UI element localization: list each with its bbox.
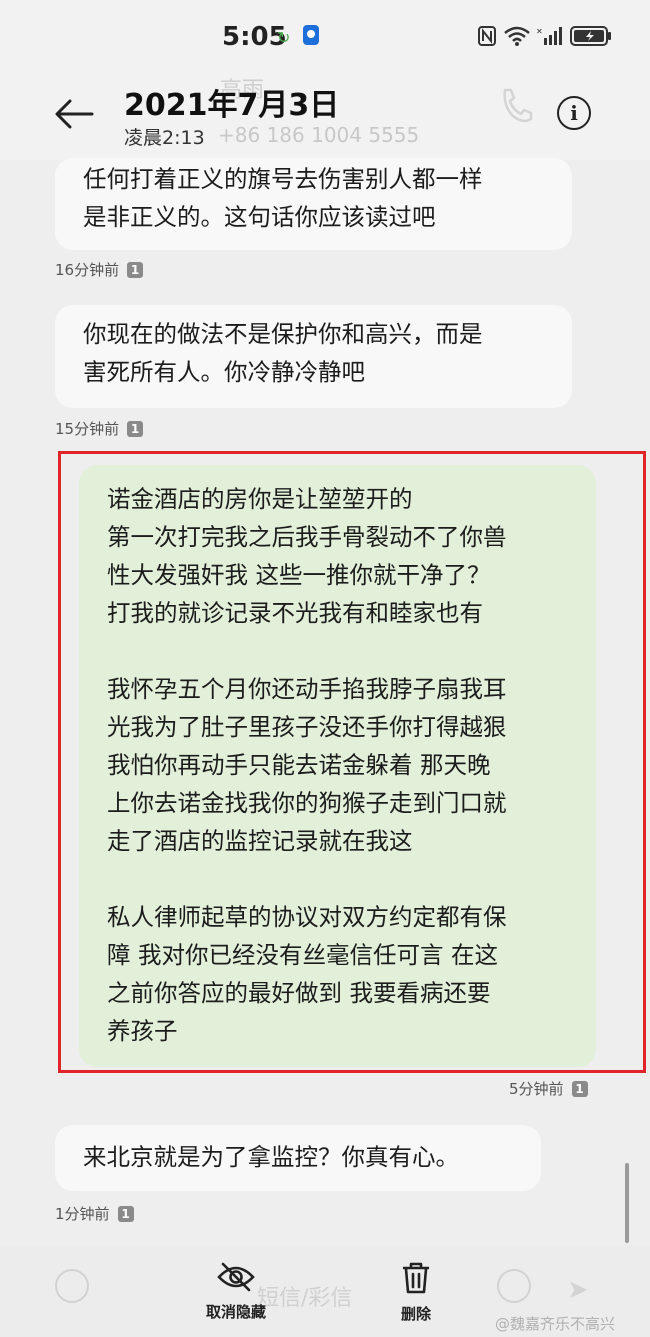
message-bubble[interactable]: 你现在的做法不是保护你和高兴，而是 害死所有人。你冷静冷静吧 [55,305,572,408]
message-line: 打我的就诊记录不光我有和睦家也有 [107,599,483,627]
sim-card-icon: 1 [127,261,144,278]
message-meta: 5分钟前 1 [509,1078,588,1099]
message-bubble[interactable]: 来北京就是为了拿监控？你真有心。 [55,1125,541,1191]
message-meta: 15分钟前 1 [55,418,144,439]
watermark: @魏嘉齐乐不高兴 [495,1315,616,1333]
ghost-contact-phone: +86 186 1004 5555 [218,123,420,147]
message-line: 是非正义的。这句话你应该读过吧 [83,203,436,231]
message-line: 害死所有人。你冷静冷静吧 [83,358,365,386]
emoji-icon [497,1269,531,1303]
nfc-icon [478,26,496,51]
message-time: 15分钟前 [55,420,120,438]
message-line: 走了酒店的监控记录就在我这 [107,827,413,855]
page-title: 2021年7月3日 [124,88,340,123]
conversation-header: 高雨 2021年7月3日 凌晨2:13 +86 186 1004 5555 i [0,70,650,160]
app-shield-icon [302,24,320,51]
message-bubble[interactable]: 任何打着正义的旗号去伤害别人都一样 是非正义的。这句话你应该读过吧 [55,158,572,250]
wifi-icon [504,26,530,51]
trash-icon [399,1262,433,1299]
message-time: 16分钟前 [55,261,120,279]
message-line: 我怕你再动手只能去诺金躲着 那天晚 [107,751,491,779]
message-line: 来北京就是为了拿监控？你真有心。 [83,1143,459,1171]
message-line: 诺金酒店的房你是让堃堃开的 [107,485,413,513]
eye-slash-icon [216,1262,256,1297]
bottom-action-bar: 短信/彩信 ➤ 取消隐藏 删除 @魏嘉齐乐不高兴 [0,1245,650,1337]
phone-call-icon[interactable] [497,86,533,126]
sync-icon: ↻ [277,28,291,47]
message-line: 性大发强奸我 这些一推你就干净了？ [107,561,491,589]
unhide-button[interactable]: 取消隐藏 [198,1261,274,1322]
message-line: 任何打着正义的旗号去伤害别人都一样 [83,165,483,193]
back-arrow-icon[interactable] [52,96,96,132]
unhide-label: 取消隐藏 [205,1303,266,1321]
sim-card-icon: 1 [117,1205,134,1222]
message-line: 你现在的做法不是保护你和高兴，而是 [83,320,483,348]
sim-card-icon: 1 [127,420,144,437]
message-line: 私人律师起草的协议对双方约定都有保 [107,903,507,931]
attach-plus-icon [55,1269,89,1303]
page-subtitle: 凌晨2:13 [124,127,205,149]
message-time: 5分钟前 [509,1080,564,1098]
delete-button[interactable]: 删除 [388,1261,444,1324]
svg-text:✕: ✕ [536,27,543,36]
message-bubble-sent[interactable]: 诺金酒店的房你是让堃堃开的 第一次打完我之后我手骨裂动不了你兽 性大发强奸我 这… [79,465,596,1067]
message-line: 我怀孕五个月你还动手掐我脖子扇我耳 [107,675,507,703]
battery-charging-icon [570,26,612,51]
send-icon: ➤ [567,1275,589,1305]
message-time: 1分钟前 [55,1205,110,1223]
message-line: 之前你答应的最好做到 我要看病还要 [107,979,491,1007]
message-meta: 16分钟前 1 [55,259,144,280]
message-line: 障 我对你已经没有丝毫信任可言 在这 [107,941,498,969]
message-meta: 1分钟前 1 [55,1203,134,1224]
signal-icon: ✕ [536,26,564,51]
sim-card-icon: 1 [571,1080,588,1097]
message-line: 上你去诺金找我你的狗猴子走到门口就 [107,789,507,817]
status-bar: 5:05 ↻ ✕ [0,0,650,70]
delete-label: 删除 [400,1305,431,1323]
message-line: 光我为了肚子里孩子没还手你打得越狠 [107,713,507,741]
message-line: 第一次打完我之后我手骨裂动不了你兽 [107,523,507,551]
info-icon[interactable]: i [557,96,591,130]
scrollbar[interactable] [625,1163,629,1243]
message-line: 养孩子 [107,1017,178,1045]
